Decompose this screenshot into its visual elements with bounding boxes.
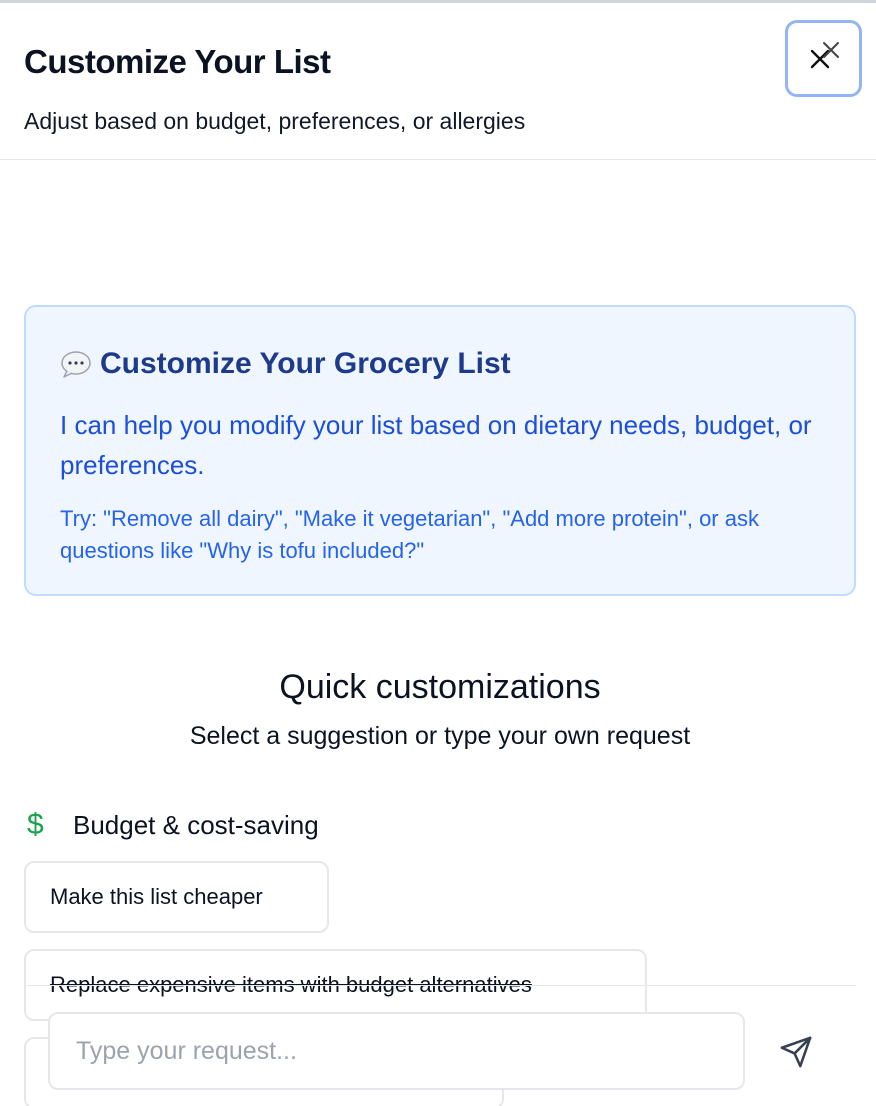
- info-card-description: I can help you modify your list based on…: [60, 410, 812, 480]
- category-budget: $ Budget & cost-saving: [27, 808, 319, 842]
- quick-customizations-subtitle: Select a suggestion or type your own req…: [189, 722, 691, 750]
- chat-bubble-icon: [61, 351, 91, 378]
- dialog-header: Customize Your List Adjust based on budg…: [0, 3, 876, 160]
- send-icon: [780, 1036, 812, 1068]
- close-icon: [810, 41, 839, 68]
- composer-divider: [24, 985, 856, 986]
- suggestion-chip[interactable]: Make this list cheaper: [24, 861, 329, 933]
- dialog-title: Customize Your List: [24, 43, 331, 80]
- info-card-heading: Customize Your Grocery List: [60, 347, 511, 381]
- category-label: Budget & cost-saving: [73, 809, 319, 840]
- info-card-title: Customize Your Grocery List: [100, 347, 511, 380]
- request-input-container: [48, 1012, 745, 1090]
- send-button[interactable]: [770, 1028, 822, 1076]
- close-button[interactable]: [785, 20, 862, 97]
- info-card: Customize Your Grocery List I can help y…: [24, 305, 856, 596]
- request-input[interactable]: [50, 1014, 743, 1088]
- dialog-subtitle: Adjust based on budget, preferences, or …: [24, 108, 526, 134]
- info-card-tip: Try: "Remove all dairy", "Make it vegeta…: [60, 506, 759, 563]
- quick-customizations-title: Quick customizations: [279, 668, 601, 706]
- dollar-icon: $: [27, 808, 44, 841]
